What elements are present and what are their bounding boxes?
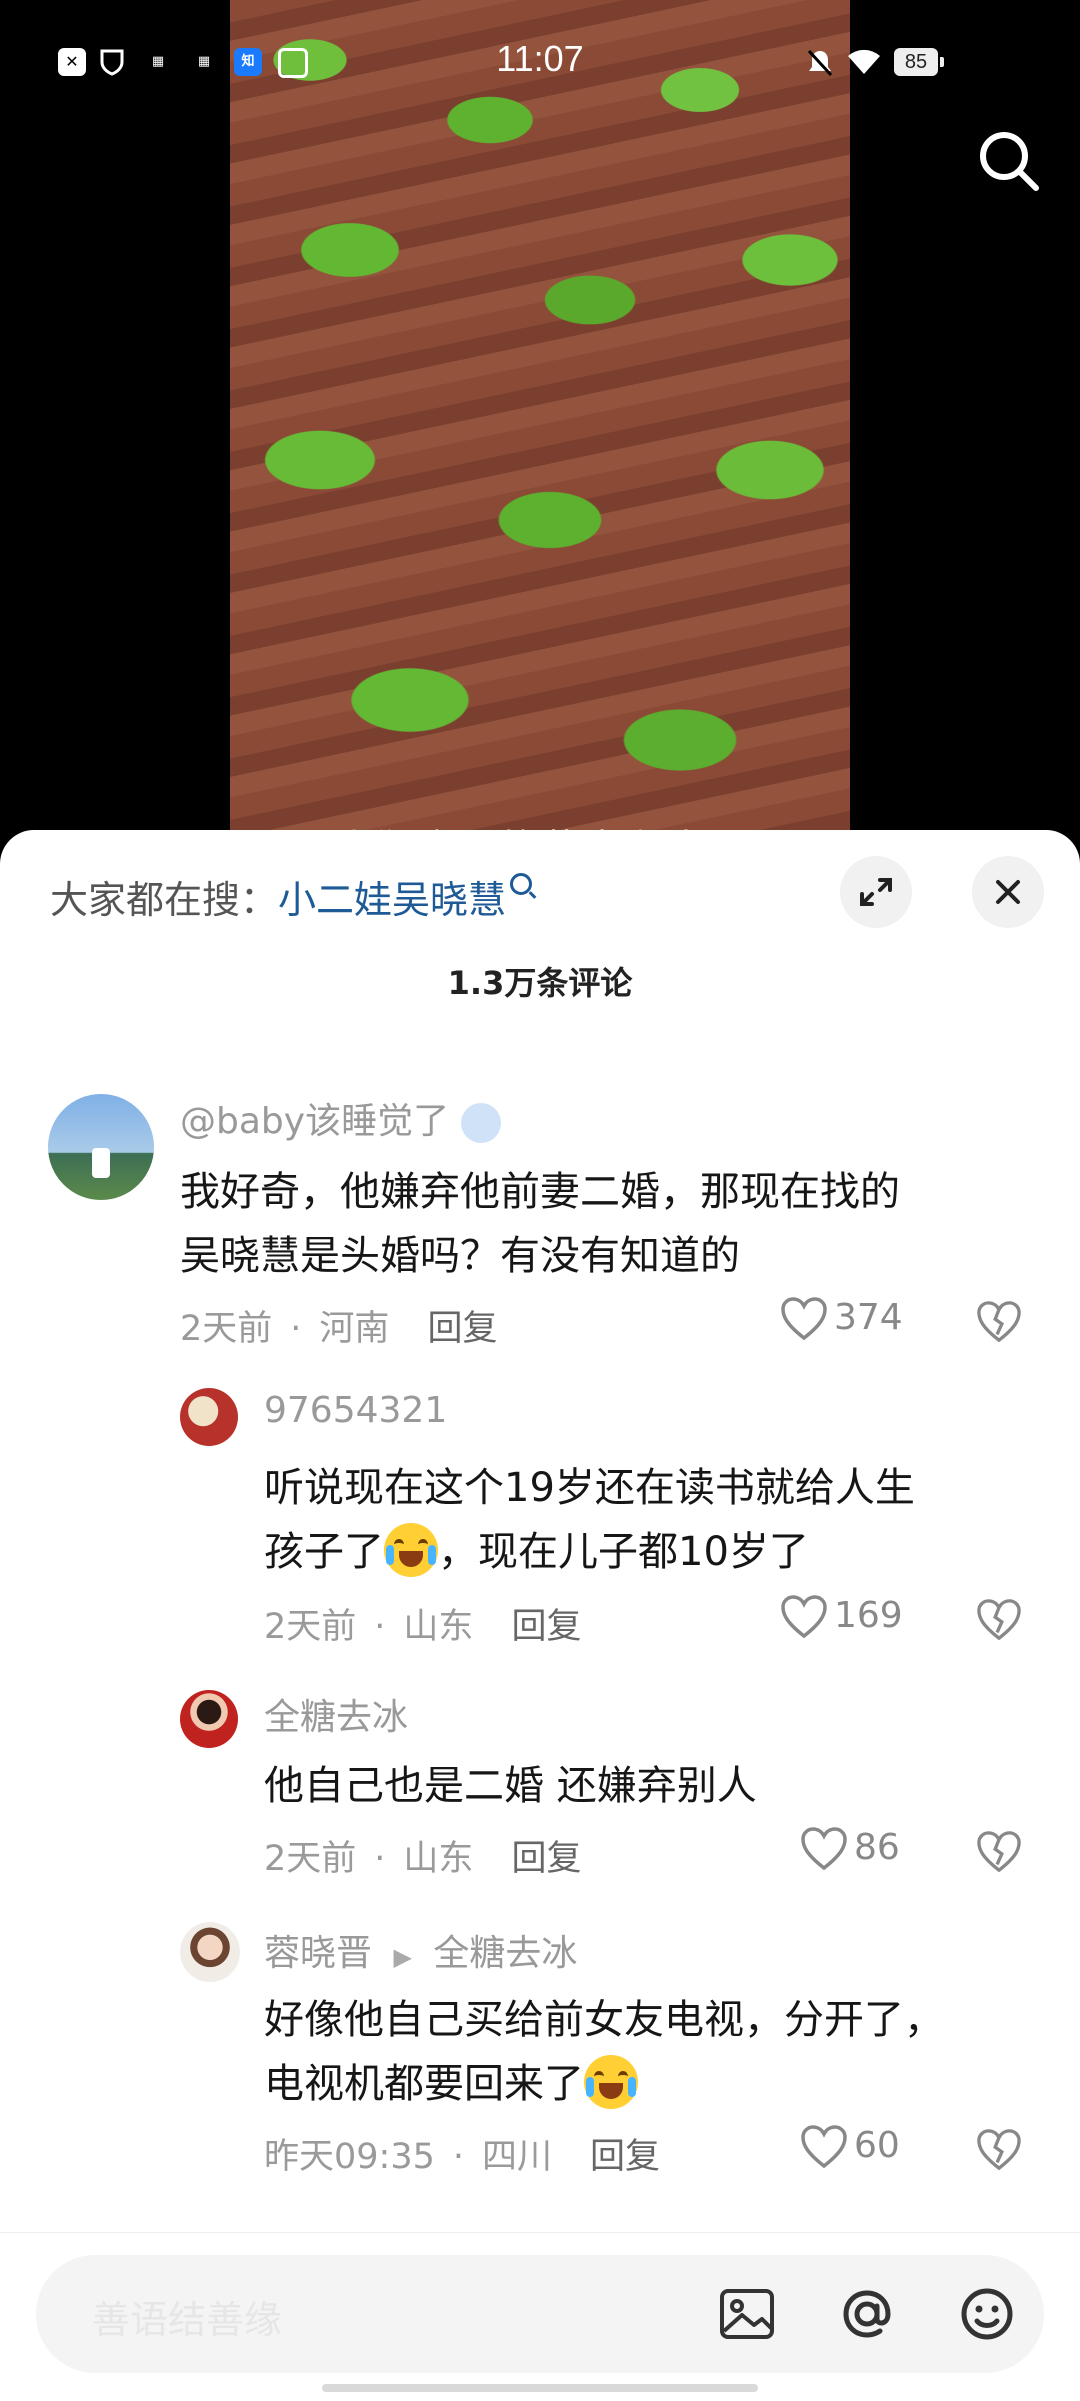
heart-icon <box>801 2125 847 2169</box>
badge-icon <box>460 1103 501 1143</box>
video-player[interactable]: 我们这里的花生在土 ✕ ▦ ▦ 知 11:07 85 <box>0 0 1080 840</box>
broken-heart-icon <box>977 1301 1021 1343</box>
comment-sheet: 大家都在搜：小二娃吴晓慧 1.3万条评论 @baby该睡觉了 我好奇，他嫌弃他前… <box>0 830 1080 2400</box>
comment-meta: 昨天09:35 · 四川 回复 <box>264 2137 661 2177</box>
comment-text-line: 孩子了 ，现在儿子都10岁了 <box>264 1520 915 1584</box>
trending-search-label: 大家都在搜： <box>50 878 279 922</box>
comment-time: 昨天09:35 <box>264 2137 435 2177</box>
avatar[interactable] <box>48 1094 154 1200</box>
video-frame[interactable] <box>230 0 850 840</box>
expand-icon <box>860 878 892 906</box>
reply-button[interactable]: 回复 <box>590 2137 660 2177</box>
comment-time: 2天前 <box>180 1309 273 1349</box>
broken-heart-icon <box>977 1599 1021 1641</box>
like-button[interactable]: 86 <box>800 1826 900 1872</box>
reply-button[interactable]: 回复 <box>511 1839 581 1879</box>
mute-icon <box>806 48 834 77</box>
comment-meta: 2天前 · 山东 回复 <box>264 1607 582 1647</box>
comment-input-placeholder: 善语结善缘 <box>92 2298 283 2342</box>
comment-text-line: 他自己也是二婚 还嫌弃别人 <box>264 1763 757 1809</box>
avatar[interactable] <box>180 1388 238 1446</box>
home-indicator[interactable] <box>322 2384 758 2392</box>
trending-search[interactable]: 大家都在搜：小二娃吴晓慧 <box>50 870 533 930</box>
comment-location: 四川 <box>482 2137 553 2177</box>
comment-username[interactable]: @baby该睡觉了 <box>180 1092 501 1144</box>
comment-location: 山东 <box>403 1839 474 1879</box>
mention-button[interactable] <box>832 2279 902 2349</box>
comment-location: 河南 <box>319 1309 390 1349</box>
comment-text-line: 吴晓慧是头婚吗？有没有知道的 <box>180 1233 740 1279</box>
dislike-button[interactable] <box>976 2128 1022 2176</box>
image-picker-button[interactable] <box>712 2279 782 2349</box>
status-bar: ✕ ▦ ▦ 知 11:07 85 <box>0 0 1080 120</box>
comment-text[interactable]: 好像他自己买给前女友电视，分开了， 电视机都要回来了 <box>264 1988 944 2116</box>
comment-text[interactable]: 我好奇，他嫌弃他前妻二婚，那现在找的 吴晓慧是头婚吗？有没有知道的 <box>180 1160 900 1288</box>
dislike-button[interactable] <box>976 1598 1022 1646</box>
comment-username[interactable]: 全糖去冰 <box>264 1688 408 1740</box>
expand-button[interactable] <box>840 856 912 928</box>
comment-username[interactable]: 蓉晓晋 ▶ 全糖去冰 <box>264 1924 577 1976</box>
wifi-icon <box>846 48 882 76</box>
broken-heart-icon <box>977 2129 1021 2171</box>
heart-icon <box>781 1595 827 1639</box>
close-icon <box>996 880 1020 904</box>
comment-meta: 2天前 · 山东 回复 <box>264 1839 582 1879</box>
smiley-icon <box>961 2288 1013 2340</box>
heart-icon <box>801 1827 847 1871</box>
comment-location: 山东 <box>403 1607 474 1647</box>
battery-indicator: 85 <box>894 48 944 76</box>
like-button[interactable]: 60 <box>800 2124 900 2170</box>
trending-search-term[interactable]: 小二娃吴晓慧 <box>278 878 506 922</box>
comment-time: 2天前 <box>264 1607 357 1647</box>
crying-emoji-icon <box>584 2055 638 2109</box>
like-count: 374 <box>834 1297 903 1338</box>
comment-text[interactable]: 听说现在这个19岁还在读书就给人生 孩子了 ，现在儿子都10岁了 <box>264 1456 915 1584</box>
reply-target[interactable]: 全糖去冰 <box>433 1933 577 1974</box>
search-icon <box>980 132 1039 191</box>
reply-button[interactable]: 回复 <box>511 1607 581 1647</box>
emoji-button[interactable] <box>952 2279 1022 2349</box>
search-icon <box>510 873 533 895</box>
image-icon <box>720 2289 774 2339</box>
search-button[interactable] <box>974 126 1044 196</box>
comment-meta: 2天前 · 河南 回复 <box>180 1309 498 1349</box>
comment-text-line: 我好奇，他嫌弃他前妻二婚，那现在找的 <box>180 1169 900 1215</box>
comment-text-line: 听说现在这个19岁还在读书就给人生 <box>264 1465 915 1511</box>
comment-input[interactable]: 善语结善缘 <box>36 2255 1044 2373</box>
comment-text-line: 好像他自己买给前女友电视，分开了， <box>264 1997 944 2043</box>
avatar[interactable] <box>180 1922 240 1982</box>
heart-icon <box>781 1297 827 1341</box>
like-button[interactable]: 374 <box>780 1296 903 1342</box>
comment-text-line: 电视机都要回来了 <box>264 2052 944 2116</box>
dislike-button[interactable] <box>976 1830 1022 1878</box>
broken-heart-icon <box>977 1831 1021 1873</box>
at-icon <box>843 2290 891 2338</box>
comment-input-bar: 善语结善缘 <box>0 2232 1080 2401</box>
comment-time: 2天前 <box>264 1839 357 1879</box>
comment-text[interactable]: 他自己也是二婚 还嫌弃别人 <box>264 1754 757 1818</box>
comment-username[interactable]: 97654321 <box>264 1390 447 1431</box>
like-count: 86 <box>854 1827 900 1868</box>
like-count: 169 <box>834 1595 903 1636</box>
like-count: 60 <box>854 2125 900 2166</box>
dislike-button[interactable] <box>976 1300 1022 1348</box>
crying-laughing-emoji-icon <box>384 1523 438 1577</box>
avatar[interactable] <box>180 1690 238 1748</box>
comment-count: 1.3万条评论 <box>447 964 633 1002</box>
like-button[interactable]: 169 <box>780 1594 903 1640</box>
reply-button[interactable]: 回复 <box>427 1309 497 1349</box>
close-button[interactable] <box>972 856 1044 928</box>
reply-arrow-icon: ▶ <box>393 1943 412 1971</box>
